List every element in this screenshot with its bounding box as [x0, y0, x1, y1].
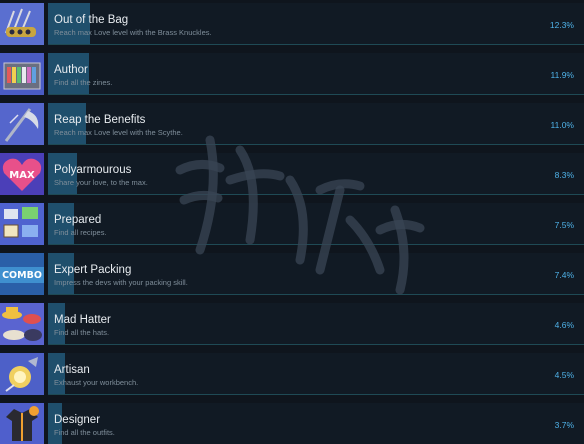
achievement-description: Find all the hats. — [54, 328, 110, 337]
achievement-panel: Prepared Find all recipes. 7.5% — [48, 203, 584, 245]
achievement-title: Prepared — [54, 214, 102, 226]
unlock-percentage: 7.5% — [554, 220, 574, 230]
achievement-description: Reach max Love level with the Brass Knuc… — [54, 28, 212, 37]
achievement-title: Mad Hatter — [54, 314, 111, 326]
achievement-row[interactable]: Reap the Benefits Reach max Love level w… — [0, 100, 584, 146]
achievement-title: Expert Packing — [54, 264, 132, 276]
achievement-title: Reap the Benefits — [54, 114, 146, 126]
zine-shelf-icon — [0, 53, 44, 95]
achievement-row[interactable]: MAX Polyarmourous Share your love, to th… — [0, 150, 584, 196]
achievement-row[interactable]: Prepared Find all recipes. 7.5% — [0, 200, 584, 246]
achievement-row[interactable]: Designer Find all the outfits. 3.7% — [0, 400, 584, 444]
achievement-panel: Designer Find all the outfits. 3.7% — [48, 403, 584, 444]
unlock-percentage: 11.0% — [550, 120, 574, 130]
achievement-row[interactable]: COMBO Expert Packing Impress the devs wi… — [0, 250, 584, 296]
achievement-title: Polyarmourous — [54, 164, 132, 176]
achievement-description: Exhaust your workbench. — [54, 378, 139, 387]
scythe-icon — [0, 103, 44, 145]
achievement-row[interactable]: Out of the Bag Reach max Love level with… — [0, 0, 584, 46]
svg-text:MAX: MAX — [9, 170, 35, 181]
unlock-percentage: 4.6% — [554, 320, 574, 330]
achievement-title: Designer — [54, 414, 101, 426]
achievement-panel: Reap the Benefits Reach max Love level w… — [48, 103, 584, 145]
max-heart-icon: MAX — [0, 153, 44, 195]
achievement-title: Author — [54, 64, 88, 76]
achievement-row[interactable]: Mad Hatter Find all the hats. 4.6% — [0, 300, 584, 346]
achievement-description: Impress the devs with your packing skill… — [54, 278, 188, 287]
achievement-description: Find all the outfits. — [54, 428, 115, 437]
achievement-description: Find all the zines. — [54, 78, 113, 87]
achievement-row[interactable]: Author Find all the zines. 11.9% — [0, 50, 584, 96]
achievement-panel: Out of the Bag Reach max Love level with… — [48, 3, 584, 45]
achievement-description: Reach max Love level with the Scythe. — [54, 128, 183, 137]
unlock-percentage: 11.9% — [550, 70, 574, 80]
svg-text:COMBO: COMBO — [2, 270, 42, 281]
unlock-percentage: 12.3% — [549, 20, 574, 30]
achievement-row[interactable]: Artisan Exhaust your workbench. 4.5% — [0, 350, 584, 396]
achievement-description: Find all recipes. — [54, 228, 107, 237]
brass-knuckles-icon — [0, 3, 44, 45]
achievement-panel: Author Find all the zines. 11.9% — [48, 53, 584, 95]
achievement-list: Out of the Bag Reach max Love level with… — [0, 0, 584, 444]
unlock-percentage: 7.4% — [554, 270, 574, 280]
unlock-percentage: 8.3% — [554, 170, 574, 180]
achievement-panel: Polyarmourous Share your love, to the ma… — [48, 153, 584, 195]
workbench-icon — [0, 353, 44, 395]
achievement-panel: Expert Packing Impress the devs with you… — [48, 253, 584, 295]
achievement-description: Share your love, to the max. — [54, 178, 148, 187]
unlock-percentage: 3.7% — [554, 420, 574, 430]
combo-icon: COMBO — [0, 253, 44, 295]
outfit-icon — [0, 403, 44, 444]
achievement-panel: Mad Hatter Find all the hats. 4.6% — [48, 303, 584, 345]
unlock-percentage: 4.5% — [554, 370, 574, 380]
achievement-title: Out of the Bag — [54, 14, 129, 26]
recipe-cards-icon — [0, 203, 44, 245]
achievement-panel: Artisan Exhaust your workbench. 4.5% — [48, 353, 584, 395]
hats-icon — [0, 303, 44, 345]
achievement-title: Artisan — [54, 364, 90, 376]
